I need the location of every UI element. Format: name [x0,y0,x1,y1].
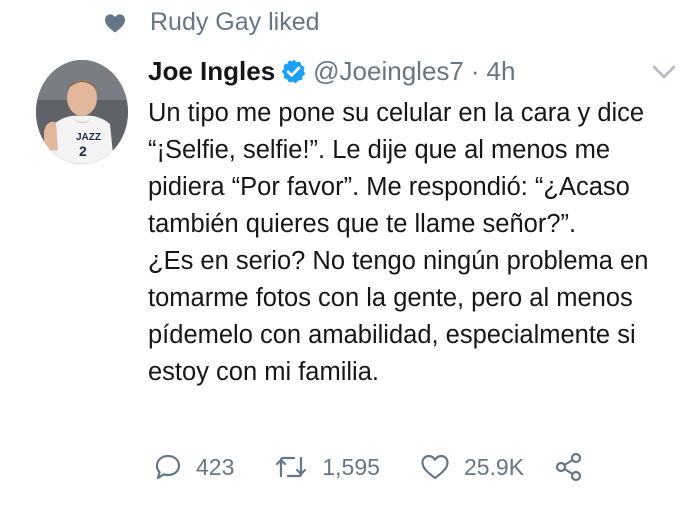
author-name[interactable]: Joe Ingles [148,56,275,87]
verified-badge-icon [281,59,306,84]
tweet-paragraph: ¿Es en serio? No tengo ningún problema e… [148,247,649,386]
chevron-down-icon[interactable] [650,62,678,82]
author-handle[interactable]: @Joeingles7 [313,56,464,87]
tweet-text: Un tipo me pone su celular en la cara y … [148,95,668,391]
social-context-text: Rudy Gay liked [150,8,320,36]
reply-button[interactable]: 423 [154,453,234,481]
retweet-count: 1,595 [322,453,380,480]
avatar[interactable]: JAZZ 2 [36,60,128,164]
avatar-image: JAZZ 2 [36,60,128,164]
retweet-icon [276,456,307,478]
tweet-header: Joe Ingles @Joeingles7 · 4h [148,56,515,87]
share-button[interactable] [554,452,598,482]
svg-text:2: 2 [79,143,87,159]
header-separator: · [470,56,480,86]
like-count: 25.9K [463,453,525,480]
tweet-timestamp[interactable]: 4h [487,56,516,87]
retweet-button[interactable]: 1,595 [274,454,380,481]
heart-outline-icon [421,454,449,480]
tweet-actions: 423 1,595 25.9K [154,452,638,482]
like-button[interactable]: 25.9K [420,453,524,481]
tweet-paragraph: Un tipo me pone su celular en la cara y … [148,99,645,238]
reply-icon [155,454,181,480]
share-icon [555,452,582,482]
social-context: Rudy Gay liked [104,8,320,37]
reply-count: 423 [196,453,235,480]
svg-text:JAZZ: JAZZ [76,132,101,143]
heart-icon [105,13,125,33]
